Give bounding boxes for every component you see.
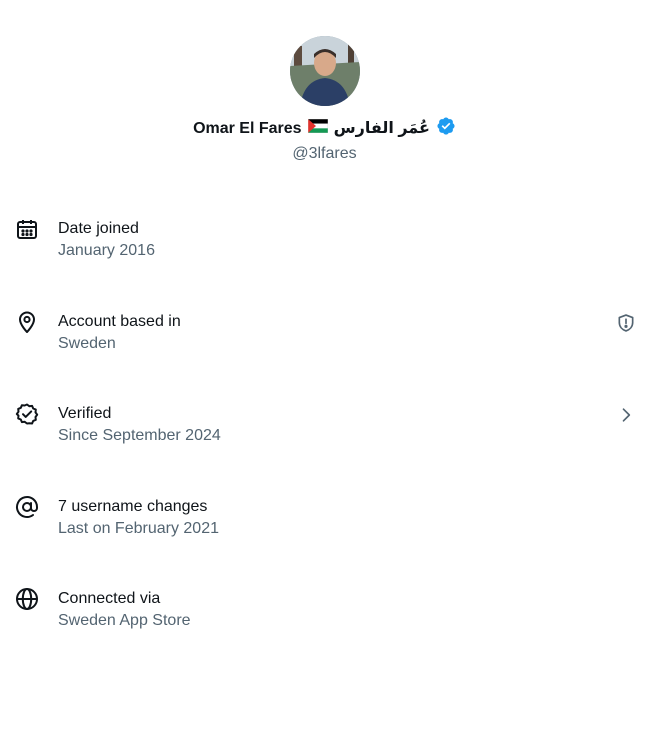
globe-icon [15,587,39,611]
profile-header: Omar El Fares عُمَر الفارس @3lfares [0,36,649,164]
username-changes-label: 7 username changes [58,497,208,515]
location-pin-icon [15,310,39,334]
account-based-in-row: Account based in Sweden [0,303,649,396]
palestine-flag-icon [307,118,328,139]
connected-via-label: Connected via [58,590,161,607]
chevron-right-icon [616,405,636,425]
profile-handle[interactable]: @3lfares [292,144,356,164]
verified-seal-icon [15,402,39,426]
about-account-list: Date joined January 2016 Account based i… [0,210,649,673]
profile-arabic-name: عُمَر الفارس [333,120,430,137]
profile-name: Omar El Fares [193,120,302,137]
verified-value: Since September 2024 [58,427,221,444]
account-based-in-label: Account based in [58,312,181,330]
at-sign-icon [15,495,39,519]
account-based-in-value: Sweden [58,334,116,352]
date-joined-label: Date joined [58,220,139,237]
date-joined-row: Date joined January 2016 [0,210,649,303]
date-joined-value: January 2016 [58,242,155,259]
profile-name-row: Omar El Fares عُمَر الفارس [193,116,456,142]
username-changes-value: Last on February 2021 [58,519,219,537]
connected-via-row: Connected via Sweden App Store [0,580,649,673]
verified-badge-icon[interactable] [436,116,456,142]
username-changes-row: 7 username changes Last on February 2021 [0,488,649,581]
calendar-icon [15,217,39,241]
avatar[interactable] [289,36,360,106]
verified-row[interactable]: Verified Since September 2024 [0,395,649,488]
connected-via-value: Sweden App Store [58,612,191,629]
shield-alert-icon[interactable] [616,313,636,333]
verified-label: Verified [58,405,112,422]
